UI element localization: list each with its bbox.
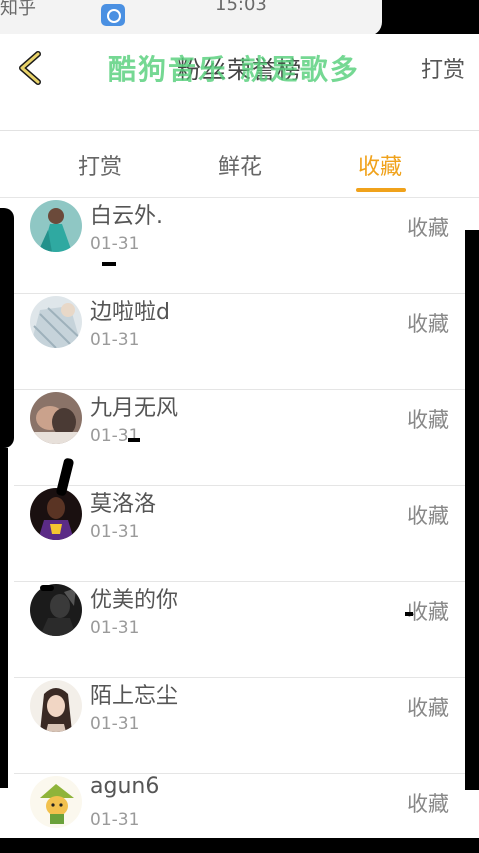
woman-teal-dress-avatar bbox=[30, 200, 82, 252]
list-item[interactable]: 莫洛洛 01-31 收藏 bbox=[0, 486, 479, 582]
user-name: 白云外. bbox=[90, 204, 163, 229]
user-name: 边啦啦d bbox=[90, 300, 170, 325]
dark-portrait-avatar bbox=[30, 584, 82, 636]
watermark-text: 酷狗音乐 就是歌多 bbox=[108, 53, 360, 86]
ink-mark bbox=[102, 262, 116, 266]
status-carrier: 知乎 bbox=[0, 0, 36, 19]
row-action-label: 收藏 bbox=[407, 792, 449, 816]
tab-bar: 打赏 鲜花 收藏 bbox=[0, 131, 479, 198]
row-action-label: 收藏 bbox=[407, 600, 449, 624]
list-item[interactable]: 边啦啦d 01-31 收藏 bbox=[0, 294, 479, 390]
row-date: 01-31 bbox=[90, 522, 140, 542]
ink-mark bbox=[128, 438, 140, 442]
ink-blot bbox=[0, 208, 14, 448]
user-name: 优美的你 bbox=[90, 588, 179, 613]
tab-reward[interactable]: 打赏 bbox=[50, 149, 150, 181]
list-item[interactable]: 陌上忘尘 01-31 收藏 bbox=[0, 678, 479, 774]
reward-link[interactable]: 打赏 bbox=[421, 52, 465, 84]
row-action-label: 收藏 bbox=[407, 504, 449, 528]
active-tab-indicator bbox=[356, 188, 406, 192]
ink-blot bbox=[465, 230, 479, 790]
status-bar: 知乎 15:03 bbox=[0, 0, 382, 36]
list-item[interactable]: 优美的你 01-31 收藏 bbox=[0, 582, 479, 678]
list-item[interactable]: 白云外. 01-31 收藏 bbox=[0, 198, 479, 294]
row-action-label: 收藏 bbox=[407, 408, 449, 432]
row-date: 01-31 bbox=[90, 330, 140, 350]
tab-flowers[interactable]: 鲜花 bbox=[190, 149, 290, 181]
row-date: 01-31 bbox=[90, 234, 140, 254]
couple-photo-avatar bbox=[30, 392, 82, 444]
list-item[interactable]: 九月无风 01-31 收藏 bbox=[0, 390, 479, 486]
notification-app-icon bbox=[101, 4, 125, 26]
ink-mark bbox=[405, 612, 413, 616]
app-screen: 知乎 15:03 粉丝荣誉榜 酷狗音乐 就是歌多 打赏 打赏 鲜花 收藏 白云外… bbox=[0, 0, 479, 853]
cartoon-character-avatar bbox=[30, 776, 82, 828]
row-date: 01-31 bbox=[90, 426, 140, 446]
tab-favorites[interactable]: 收藏 bbox=[330, 149, 430, 181]
user-name: 陌上忘尘 bbox=[90, 684, 179, 709]
user-name: agun6 bbox=[90, 774, 160, 799]
row-action-label: 收藏 bbox=[407, 312, 449, 336]
row-action-label: 收藏 bbox=[407, 696, 449, 720]
striped-shirt-avatar bbox=[30, 296, 82, 348]
ink-mark bbox=[40, 585, 54, 591]
row-date: 01-31 bbox=[90, 714, 140, 734]
status-time: 15:03 bbox=[215, 0, 267, 15]
ink-blot bbox=[0, 838, 479, 853]
ranking-list: 白云外. 01-31 收藏 边啦啦d 01-31 收藏 九月无风 01-31 收… bbox=[0, 198, 479, 853]
ink-blot bbox=[0, 448, 8, 788]
row-date: 01-31 bbox=[90, 810, 140, 830]
basketball-player-avatar bbox=[30, 488, 82, 540]
row-action-label: 收藏 bbox=[407, 216, 449, 240]
user-name: 莫洛洛 bbox=[90, 492, 157, 517]
user-name: 九月无风 bbox=[90, 396, 179, 421]
row-date: 01-31 bbox=[90, 618, 140, 638]
anime-girl-avatar bbox=[30, 680, 82, 732]
